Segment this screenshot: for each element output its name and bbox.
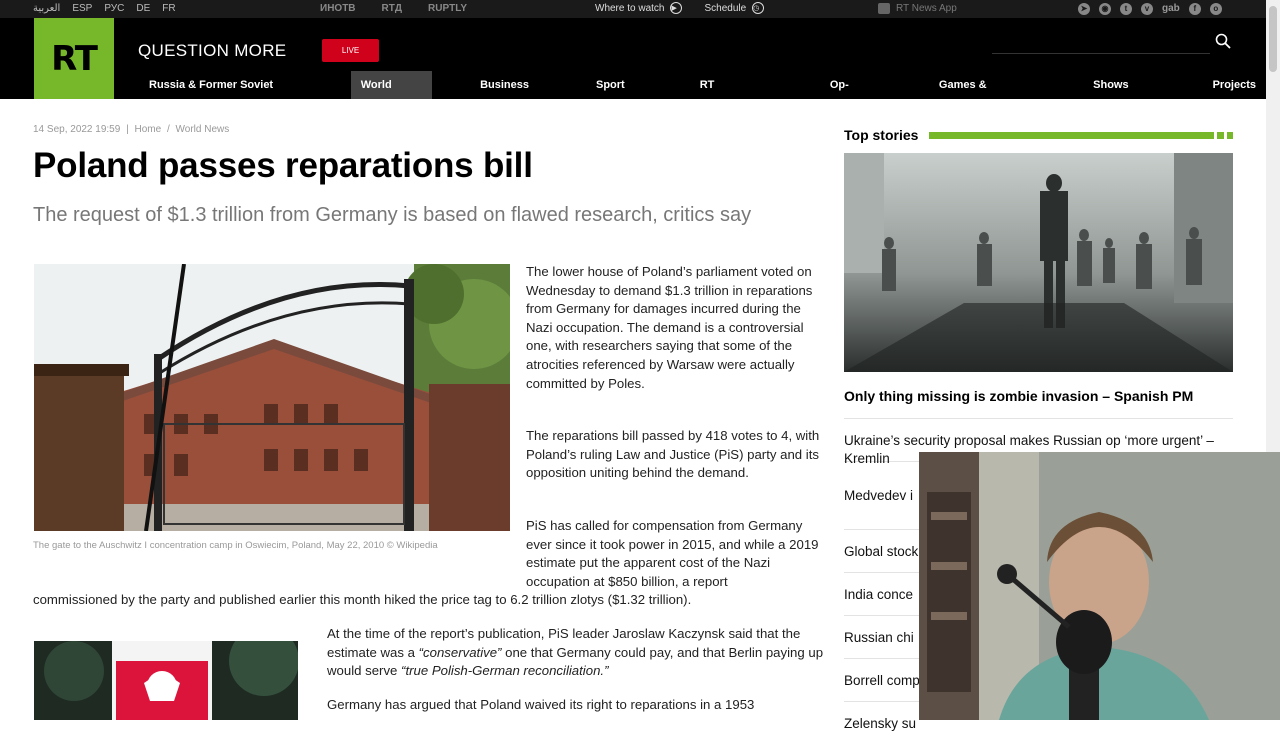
news-app-link[interactable]: RT News App <box>878 3 957 14</box>
breadcrumb-section[interactable]: World News <box>176 124 230 135</box>
odnoklassniki-icon[interactable]: o <box>1209 3 1222 15</box>
top-stories-divider-dot <box>1227 132 1233 139</box>
partner-rtd[interactable]: RTД <box>382 3 402 14</box>
top-stories-divider-dot <box>1217 132 1224 139</box>
meta-separator: | <box>126 124 129 135</box>
site-header: RT QUESTION MORE LIVE Russia & Former So… <box>0 18 1266 119</box>
nav-op-ed[interactable]: Op-ed <box>820 71 871 119</box>
where-to-watch-label: Where to watch <box>595 2 665 14</box>
language-switcher: العربية ESP РУС DE FR <box>33 3 176 14</box>
webcam-overlay <box>919 452 1280 720</box>
nav-games-culture[interactable]: Games & Culture <box>929 71 1036 119</box>
search-input[interactable] <box>992 53 1210 54</box>
app-icon <box>878 3 890 14</box>
rt-logo[interactable]: RT <box>34 18 114 99</box>
schedule-label: Schedule <box>704 2 747 14</box>
nav-world-news[interactable]: World News <box>350 71 433 119</box>
top-story-lead-link[interactable]: Only thing missing is zombie invasion – … <box>844 388 1233 404</box>
top-stories-heading: Top stories <box>844 127 919 143</box>
telegram-icon[interactable]: ➤ <box>1078 3 1090 15</box>
nav-sport[interactable]: Sport <box>586 71 635 99</box>
article-paragraph-5: Germany has argued that Poland waived it… <box>327 697 755 712</box>
article-paragraph-3: PiS has called for compensation from Ger… <box>526 518 819 589</box>
vk-icon[interactable]: v <box>1141 3 1153 15</box>
watch-links: Where to watch ▶ Schedule ◷ <box>595 2 765 14</box>
where-to-watch-link[interactable]: Where to watch ▶ <box>595 2 683 14</box>
zombie-scene-photo[interactable] <box>844 153 1233 372</box>
twitter-icon[interactable]: t <box>1120 3 1132 15</box>
article-title: Poland passes reparations bill <box>33 146 533 185</box>
social-links: ➤ ◉ t v gab f o <box>1078 3 1222 15</box>
lang-fr[interactable]: FR <box>162 3 175 14</box>
facebook-icon[interactable]: f <box>1188 3 1201 15</box>
clock-icon: ◷ <box>752 2 765 14</box>
play-icon: ▶ <box>670 2 683 14</box>
search-icon[interactable] <box>1215 33 1231 49</box>
polish-emblem-photo <box>34 641 298 720</box>
scrollbar-thumb[interactable] <box>1269 6 1277 72</box>
nav-projects[interactable]: Projects <box>1203 71 1266 99</box>
slogan: QUESTION MORE <box>138 41 287 60</box>
gab-icon[interactable]: gab <box>1162 3 1180 15</box>
partner-inotv[interactable]: ИНОТВ <box>320 3 356 14</box>
p4-quote-2: “true Polish-German reconciliation.” <box>401 663 609 679</box>
live-button[interactable]: LIVE <box>322 39 379 62</box>
article-date: 14 Sep, 2022 19:59 <box>33 124 121 135</box>
lang-rus[interactable]: РУС <box>104 3 124 14</box>
nav-rt-features[interactable]: RT Features <box>690 71 772 119</box>
nav-shows[interactable]: Shows <box>1083 71 1138 99</box>
article-paragraph-2: The reparations bill passed by 418 votes… <box>526 428 820 481</box>
photo-caption: The gate to the Auschwitz I concentratio… <box>33 540 438 551</box>
schedule-link[interactable]: Schedule ◷ <box>704 2 765 14</box>
p4-quote-1: “conservative” <box>418 644 502 660</box>
news-app-label: RT News App <box>896 3 957 14</box>
article-subtitle: The request of $1.3 trillion from German… <box>33 204 752 226</box>
breadcrumb-home[interactable]: Home <box>134 124 161 135</box>
article-paragraph-3-continued: commissioned by the party and published … <box>33 592 692 607</box>
lang-arabic[interactable]: العربية <box>33 3 60 14</box>
article-paragraph-1: The lower house of Poland’s parliament v… <box>526 264 813 391</box>
article-paragraph-4: At the time of the report’s publication,… <box>327 625 832 681</box>
article-meta: 14 Sep, 2022 19:59 | Home / World News <box>33 124 229 135</box>
top-utility-bar: العربية ESP РУС DE FR ИНОТВ RTД RUPTLY W… <box>0 0 1266 18</box>
nav-russia[interactable]: Russia & Former Soviet Union <box>139 71 314 119</box>
main-nav: Russia & Former Soviet Union World News … <box>130 71 1266 119</box>
rss-icon[interactable]: ◉ <box>1099 3 1111 15</box>
partner-links: ИНОТВ RTД RUPTLY <box>320 3 467 14</box>
top-stories-divider <box>929 132 1214 139</box>
auschwitz-gate-photo <box>34 264 510 531</box>
lang-esp[interactable]: ESP <box>72 3 92 14</box>
nav-business[interactable]: Business <box>470 71 539 99</box>
lang-de[interactable]: DE <box>136 3 150 14</box>
partner-ruptly[interactable]: RUPTLY <box>428 3 467 14</box>
breadcrumb-separator: / <box>166 124 170 135</box>
